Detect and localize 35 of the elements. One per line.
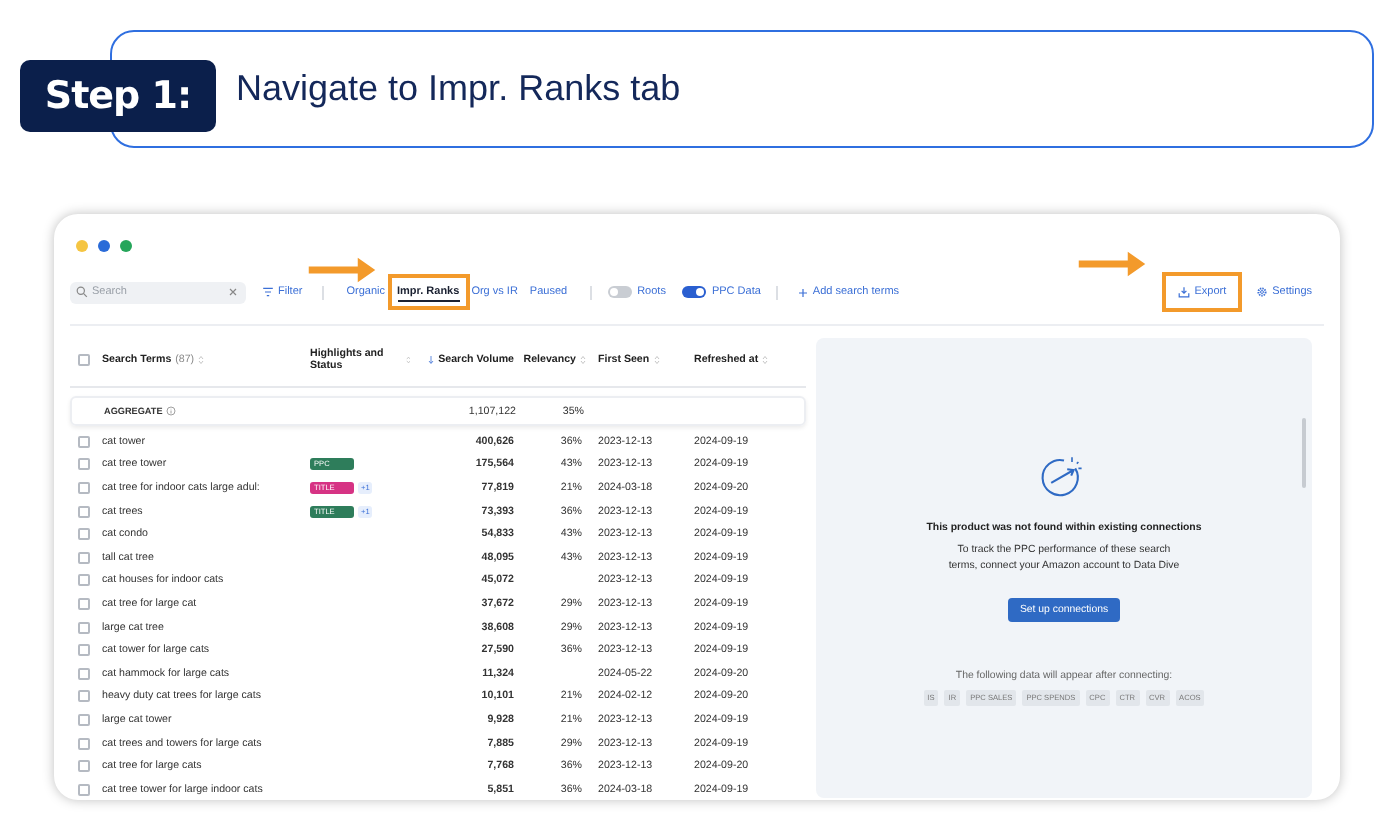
instruction-text: Navigate to Impr. Ranks tab (236, 68, 681, 110)
checkbox[interactable] (78, 644, 90, 657)
download-icon (1178, 286, 1191, 298)
scrollbar[interactable] (1302, 418, 1306, 488)
close-icon[interactable] (228, 287, 238, 297)
checkbox[interactable] (78, 760, 90, 773)
plus-icon (798, 287, 809, 297)
search-icon (76, 286, 88, 298)
callout-arrow-icon (307, 256, 375, 284)
step-badge: Step 1: (20, 60, 216, 132)
callout-arrow-icon (1076, 250, 1149, 278)
checkbox[interactable] (78, 505, 90, 518)
window-dot (120, 240, 132, 252)
checkbox[interactable] (78, 574, 90, 587)
checkbox[interactable] (78, 690, 90, 703)
checkbox[interactable] (78, 551, 90, 564)
window-dot (98, 240, 110, 252)
chart-arrow-icon (1040, 454, 1088, 502)
filter-icon (262, 286, 274, 298)
checkbox[interactable] (78, 458, 90, 471)
checkbox[interactable] (78, 528, 90, 541)
checkbox[interactable] (78, 481, 90, 494)
toggle-switch[interactable] (607, 286, 632, 298)
checkbox[interactable] (78, 435, 90, 448)
checkbox[interactable] (78, 621, 90, 634)
checkbox[interactable] (78, 783, 90, 796)
checkbox[interactable] (78, 667, 90, 680)
info-icon (166, 406, 177, 416)
checkbox[interactable] (78, 713, 90, 726)
settings-icon (1256, 286, 1269, 298)
toggle-switch[interactable] (681, 286, 706, 298)
window-dot (76, 240, 88, 252)
checkbox[interactable] (78, 597, 90, 610)
checkbox[interactable] (78, 737, 90, 750)
checkbox[interactable] (78, 354, 90, 366)
